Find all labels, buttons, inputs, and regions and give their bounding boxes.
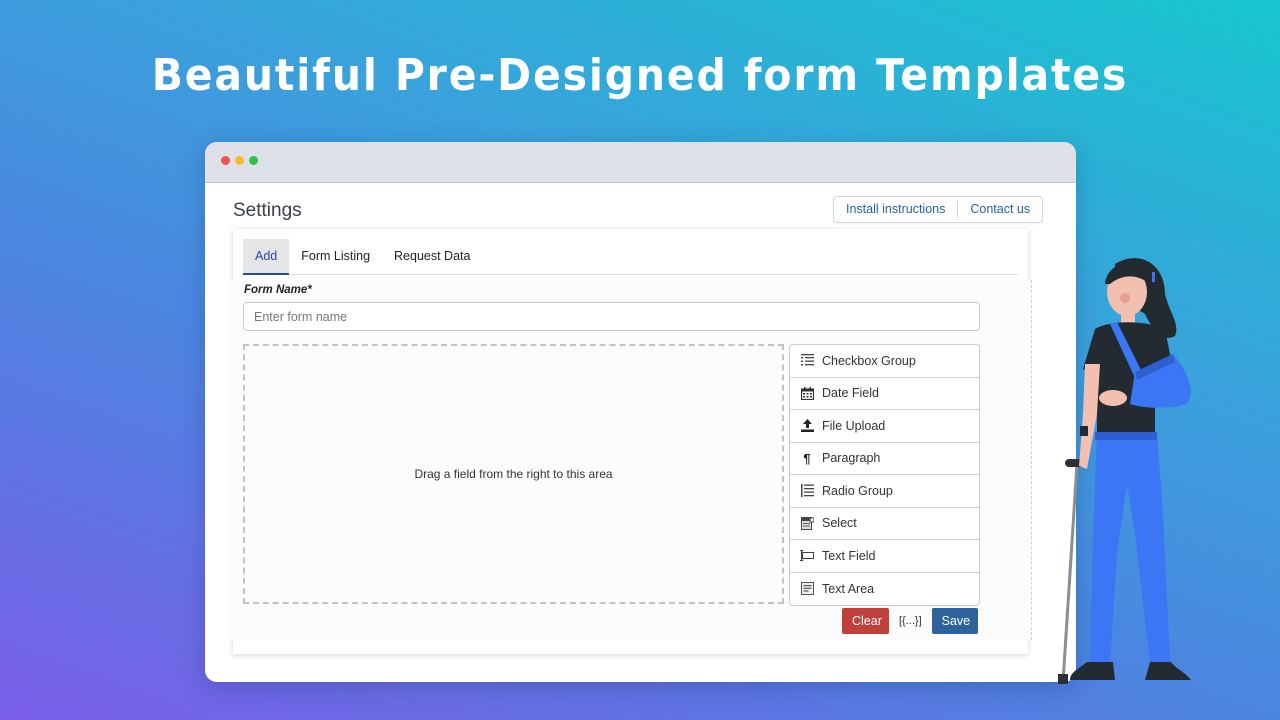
tab-form-listing[interactable]: Form Listing bbox=[289, 239, 382, 275]
field-label: Text Area bbox=[822, 581, 875, 596]
calendar-icon bbox=[800, 386, 814, 400]
page-title: Settings bbox=[233, 200, 302, 221]
field-palette: Checkbox Group Date Field File Upload ¶ bbox=[789, 344, 980, 606]
radio-list-icon bbox=[800, 484, 814, 498]
field-item-date-field[interactable]: Date Field bbox=[790, 378, 979, 410]
field-item-text-area[interactable]: Text Area bbox=[790, 573, 979, 606]
field-label: Radio Group bbox=[822, 483, 893, 498]
save-button[interactable]: Save bbox=[931, 608, 978, 634]
field-label: Select bbox=[822, 516, 857, 531]
field-item-select[interactable]: Select bbox=[790, 508, 979, 540]
text-area-icon bbox=[800, 582, 814, 596]
field-label: Date Field bbox=[822, 386, 879, 401]
form-actions: Clear [{...}] Save bbox=[842, 608, 978, 634]
settings-card: Add Form Listing Request Data Form Name*… bbox=[229, 229, 1032, 654]
tab-add[interactable]: Add bbox=[243, 239, 290, 275]
field-item-checkbox-group[interactable]: Checkbox Group bbox=[790, 345, 979, 378]
field-label: Paragraph bbox=[822, 451, 881, 466]
field-label: File Upload bbox=[822, 418, 886, 433]
field-item-text-field[interactable]: Text Field bbox=[790, 540, 979, 573]
header-links: Install instructions Contact us bbox=[833, 196, 1044, 223]
minimize-dot-icon[interactable] bbox=[235, 156, 244, 165]
woman-illustration bbox=[1058, 258, 1191, 684]
text-field-icon bbox=[800, 549, 814, 563]
form-name-label: Form Name* bbox=[244, 284, 312, 296]
field-item-file-upload[interactable]: File Upload bbox=[790, 410, 979, 443]
form-name-input[interactable] bbox=[243, 302, 980, 331]
paragraph-icon: ¶ bbox=[803, 450, 811, 466]
maximize-dot-icon[interactable] bbox=[249, 156, 258, 165]
drop-zone[interactable]: Drag a field from the right to this area bbox=[243, 344, 784, 604]
drop-zone-text: Drag a field from the right to this area bbox=[414, 467, 613, 481]
form-builder: Form Name* Drag a field from the right t… bbox=[229, 280, 1032, 640]
checkbox-list-icon bbox=[800, 354, 814, 368]
view-json-button[interactable]: [{...}] bbox=[899, 615, 922, 627]
field-label: Checkbox Group bbox=[822, 353, 916, 368]
field-label: Text Field bbox=[822, 548, 876, 563]
close-dot-icon[interactable] bbox=[221, 156, 230, 165]
install-instructions-link[interactable]: Install instructions bbox=[834, 197, 957, 222]
tab-request-data[interactable]: Request Data bbox=[382, 239, 482, 275]
hero-title: Beautiful Pre-Designed form Templates bbox=[151, 50, 1129, 101]
browser-window: Settings Install instructions Contact us… bbox=[205, 142, 1076, 682]
contact-us-link[interactable]: Contact us bbox=[958, 197, 1042, 222]
field-item-paragraph[interactable]: ¶ Paragraph bbox=[790, 443, 979, 475]
upload-icon bbox=[800, 419, 814, 433]
field-item-radio-group[interactable]: Radio Group bbox=[790, 475, 979, 508]
window-titlebar bbox=[205, 142, 1076, 183]
tab-bar: Add Form Listing Request Data bbox=[243, 239, 1018, 275]
select-icon bbox=[800, 516, 814, 530]
clear-button[interactable]: Clear bbox=[842, 608, 889, 634]
